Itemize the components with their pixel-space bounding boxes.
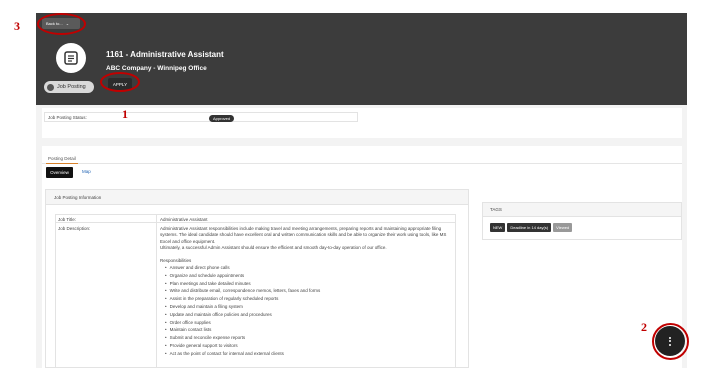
pill-label: Job Posting	[57, 84, 86, 90]
list-item: Plan meetings and take detailed minutes	[165, 280, 450, 288]
job-description-label: Job Description:	[58, 225, 91, 231]
job-title: 1161 - Administrative Assistant	[106, 50, 224, 59]
app-window: Back to... ⌄ 1161 - Administrative Assis…	[36, 13, 687, 368]
job-title-label: Job Title:	[58, 216, 77, 222]
status-card: Job Posting Status: Approved	[42, 108, 682, 138]
description-paragraph: Administrative Assistant responsibilitie…	[160, 226, 447, 244]
job-description: Administrative Assistant responsibilitie…	[160, 226, 450, 358]
job-title-row	[56, 215, 455, 223]
tags-row: NEW Deadline in 14 day(s) Viewed	[490, 223, 573, 232]
marker-1: 1	[122, 107, 128, 121]
tab-posting-detail[interactable]: Posting Detail	[46, 154, 78, 164]
job-posting-pill: Job Posting	[44, 81, 94, 93]
tag-deadline: Deadline in 14 day(s)	[507, 223, 552, 232]
info-table: Job Title: Administrative Assistant Job …	[55, 214, 456, 368]
highlight-ring-menu	[652, 323, 689, 360]
list-item: Submit and reconcile expense reports	[165, 334, 450, 342]
job-header: Back to... ⌄ 1161 - Administrative Assis…	[36, 13, 687, 105]
job-title-value: Administrative Assistant	[160, 216, 208, 222]
list-item: Provide general support to visitors	[165, 342, 450, 350]
info-heading: Job Posting Information	[46, 190, 468, 205]
tags-panel: TAGS NEW Deadline in 14 day(s) Viewed	[482, 202, 682, 240]
highlight-ring-back	[37, 13, 86, 35]
tab-map[interactable]: Map	[82, 169, 91, 174]
status-label: Job Posting Status:	[48, 114, 87, 120]
list-item: Update and maintain office policies and …	[165, 311, 450, 319]
status-row: Job Posting Status: Approved	[44, 112, 358, 122]
column-divider	[156, 215, 157, 368]
posting-detail-card: Posting Detail Overview Map Job Posting …	[42, 146, 682, 368]
status-badge: Approved	[209, 114, 235, 122]
status-dot-icon	[47, 83, 54, 91]
highlight-ring-apply	[100, 72, 140, 92]
company-name: ABC Company - Winnipeg Office	[106, 65, 207, 72]
tag-viewed: Viewed	[553, 223, 573, 232]
list-item: Answer and direct phone calls	[165, 264, 450, 272]
job-info-panel: Job Posting Information Job Title: Admin…	[45, 189, 469, 368]
list-item: Assist in the preparation of regularly s…	[165, 295, 450, 303]
responsibilities-list: Answer and direct phone calls Organize a…	[165, 264, 450, 358]
list-item: Write and distribute email, corresponden…	[165, 287, 450, 295]
list-item: Maintain contact lists	[165, 326, 450, 334]
marker-3: 3	[14, 19, 20, 33]
list-item: Act as the point of contact for internal…	[165, 350, 450, 358]
marker-2: 2	[641, 320, 647, 334]
list-item: Organize and schedule appointments	[165, 272, 450, 280]
tag-new: NEW	[490, 223, 506, 232]
list-item: Order office supplies	[165, 319, 450, 327]
tags-heading: TAGS	[483, 203, 681, 217]
tab-bar: Posting Detail	[42, 154, 682, 164]
list-item: Develop and maintain a filing system	[165, 303, 450, 311]
tab-overview[interactable]: Overview	[46, 167, 73, 178]
document-icon	[56, 43, 86, 73]
